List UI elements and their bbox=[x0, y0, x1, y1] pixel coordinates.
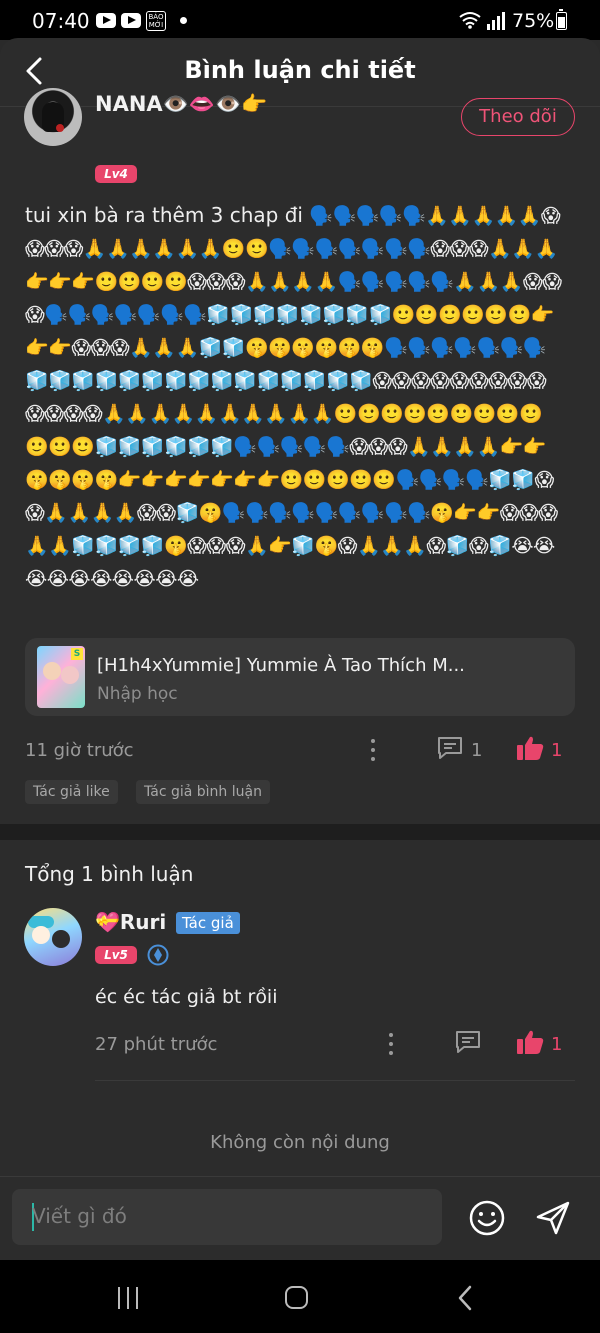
comment-icon[interactable] bbox=[437, 736, 463, 760]
end-of-content: Không còn nội dung bbox=[210, 1132, 390, 1153]
reply-like-count: 1 bbox=[551, 1034, 563, 1055]
manga-chapter: Nhập học bbox=[97, 684, 178, 704]
reply-divider bbox=[95, 1080, 575, 1081]
system-back-button[interactable] bbox=[455, 1284, 475, 1312]
emoji-button[interactable] bbox=[468, 1199, 506, 1237]
more-options-icon[interactable] bbox=[388, 1033, 394, 1055]
reply-time: 27 phút trước bbox=[95, 1034, 218, 1055]
header: Bình luận chi tiết bbox=[0, 38, 600, 107]
medal-icon bbox=[147, 944, 169, 966]
like-icon[interactable] bbox=[516, 735, 544, 761]
recents-button[interactable] bbox=[118, 1287, 140, 1309]
author-liked-tag: Tác giả like bbox=[25, 780, 118, 804]
like-icon[interactable] bbox=[516, 1029, 544, 1055]
comment-author[interactable]: NANA👁️👄👁️👉 bbox=[95, 92, 267, 117]
system-nav-bar bbox=[0, 1260, 600, 1333]
comment-input-placeholder: Viết gì đó bbox=[32, 1204, 127, 1228]
comment-count: 1 bbox=[471, 740, 483, 761]
comment-icon[interactable] bbox=[455, 1030, 481, 1054]
avatar[interactable] bbox=[24, 908, 82, 966]
comment-detail-sheet: Bình luận chi tiết NANA👁️👄👁️👉 Lv4 Theo d… bbox=[0, 38, 600, 1260]
wifi-icon bbox=[459, 12, 481, 29]
more-options-icon[interactable] bbox=[370, 739, 376, 761]
youtube-icon bbox=[96, 13, 116, 28]
youtube-icon bbox=[121, 13, 141, 28]
level-badge: Lv4 bbox=[95, 165, 137, 183]
like-count: 1 bbox=[551, 740, 563, 761]
manga-card[interactable]: S [H1h4xYummie] Yummie À Tao Thích M... … bbox=[25, 638, 575, 716]
notification-dot-icon bbox=[180, 17, 187, 24]
send-button[interactable] bbox=[534, 1199, 572, 1237]
comment-time: 11 giờ trước bbox=[25, 740, 134, 761]
home-button[interactable] bbox=[285, 1286, 308, 1309]
author-tag: Tác giả bbox=[176, 912, 240, 934]
signal-icon bbox=[487, 12, 505, 30]
battery-percent: 75% bbox=[512, 10, 555, 32]
status-bar: 07:40 BÁO MỚI 75% bbox=[0, 0, 600, 40]
follow-button[interactable]: Theo dõi bbox=[461, 98, 575, 136]
page-title: Bình luận chi tiết bbox=[184, 56, 416, 84]
total-replies: Tổng 1 bình luận bbox=[25, 862, 194, 886]
manga-title: [H1h4xYummie] Yummie À Tao Thích M... bbox=[97, 655, 465, 676]
comment-text: tui xin bà ra thêm 3 chap đi 🗣️🗣️🗣️🗣️🗣️🙏… bbox=[25, 199, 565, 595]
comment-input[interactable]: Viết gì đó bbox=[12, 1189, 442, 1245]
reply-author[interactable]: 💝Ruri bbox=[95, 910, 166, 934]
comment-text-body: tui xin bà ra thêm 3 chap đi bbox=[25, 203, 303, 227]
reply-text: éc éc tác giả bt rồii bbox=[95, 986, 278, 1008]
author-replied-tag: Tác giả bình luận bbox=[136, 780, 270, 804]
manga-cover: S bbox=[37, 646, 85, 708]
level-badge: Lv5 bbox=[95, 946, 137, 964]
battery-icon bbox=[556, 9, 567, 30]
avatar[interactable] bbox=[24, 88, 82, 146]
comment-emojis: 🗣️🗣️🗣️🗣️🗣️🙏🙏🙏🙏🙏😱😱😱😱🙏🙏🙏🙏🙏🙏🙂🙂🗣️🗣️🗣️🗣️🗣️🗣️🗣… bbox=[25, 205, 562, 590]
section-divider bbox=[0, 824, 600, 840]
bao-moi-icon: BÁO MỚI bbox=[146, 11, 166, 31]
status-time: 07:40 bbox=[32, 9, 90, 33]
composer-bar: Viết gì đó bbox=[0, 1176, 600, 1260]
